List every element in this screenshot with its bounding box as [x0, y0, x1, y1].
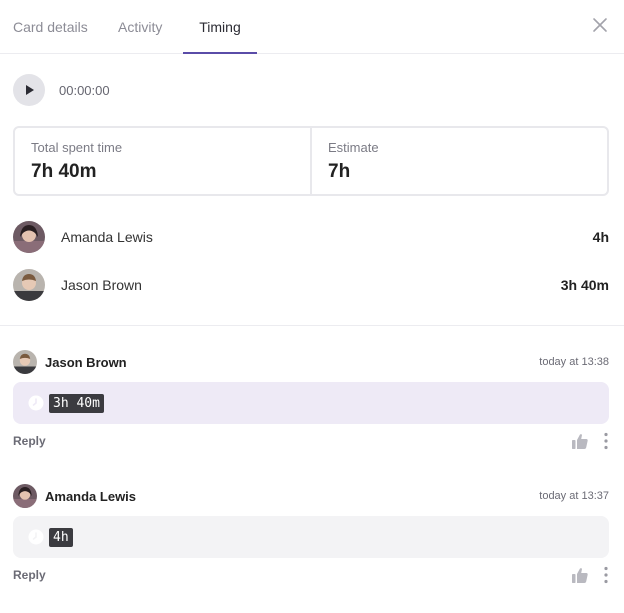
comment-bubble: 3h 40m: [13, 382, 609, 424]
play-icon: [26, 85, 34, 95]
person-name: Jason Brown: [61, 277, 142, 293]
divider: [0, 325, 624, 326]
timer-display: 00:00:00: [59, 82, 110, 98]
comment-header: Jason Brown today at 13:38: [13, 350, 609, 374]
comment-author: Amanda Lewis: [45, 488, 137, 504]
person-time: 3h 40m: [560, 277, 609, 293]
comment-actions: Reply: [13, 566, 609, 584]
comment-author: Jason Brown: [45, 354, 127, 370]
thumbs-up-icon[interactable]: [571, 566, 589, 584]
thumbs-up-icon[interactable]: [571, 432, 589, 450]
reply-link[interactable]: Reply: [13, 568, 571, 582]
person-row: Amanda Lewis 4h: [13, 221, 609, 253]
spent-time-label: Total spent time: [31, 140, 123, 155]
tab-timing[interactable]: Timing: [183, 0, 257, 54]
comment-timestamp: today at 13:37: [539, 490, 609, 502]
tab-activity[interactable]: Activity: [118, 0, 162, 54]
estimate-label: Estimate: [328, 140, 379, 155]
time-summary: Total spent time 7h 40m Estimate 7h: [13, 126, 609, 196]
avatar: [13, 269, 45, 301]
estimate-value: 7h: [328, 161, 351, 182]
person-row: Jason Brown 3h 40m: [13, 269, 609, 301]
more-vertical-icon[interactable]: [603, 432, 609, 450]
tab-card-details[interactable]: Card details: [13, 0, 88, 54]
clock-icon: [28, 395, 44, 411]
close-icon[interactable]: [592, 17, 608, 33]
time-entry-value: 4h: [49, 527, 73, 547]
comment-bubble: 4h: [13, 516, 609, 558]
spent-time-value: 7h 40m: [31, 161, 97, 182]
avatar: [13, 484, 37, 508]
person-time: 4h: [592, 229, 609, 245]
more-vertical-icon[interactable]: [603, 566, 609, 584]
timer-row: 00:00:00: [13, 74, 110, 106]
spent-time-cell: Total spent time 7h 40m: [15, 128, 310, 194]
reply-link[interactable]: Reply: [13, 434, 571, 448]
avatar: [13, 221, 45, 253]
comment-actions: Reply: [13, 432, 609, 450]
comment-header: Amanda Lewis today at 13:37: [13, 484, 609, 508]
comment-timestamp: today at 13:38: [539, 356, 609, 368]
time-entry-value: 3h 40m: [49, 393, 104, 413]
avatar: [13, 350, 37, 374]
tab-bar: Card details Activity Timing: [0, 0, 624, 54]
estimate-cell[interactable]: Estimate 7h: [310, 128, 607, 194]
person-name: Amanda Lewis: [61, 229, 153, 245]
play-button[interactable]: [13, 74, 45, 106]
clock-icon: [28, 529, 44, 545]
